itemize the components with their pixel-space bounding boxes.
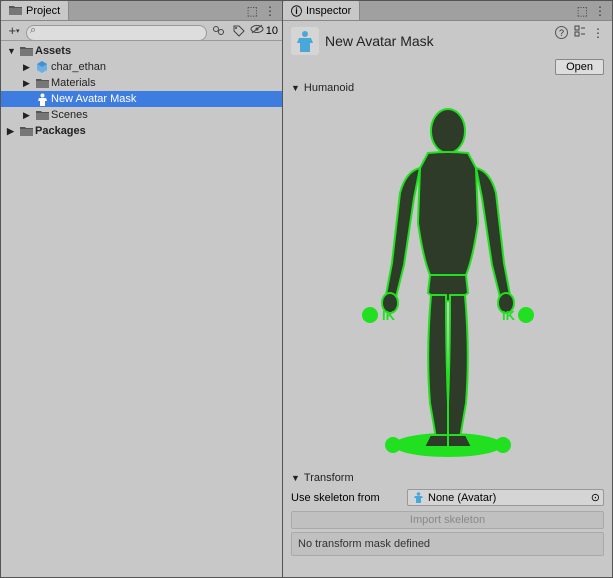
project-tab-bar: Project ⬚ ⋮: [1, 1, 282, 21]
ik-label: IK: [382, 308, 396, 323]
import-skeleton-button: Import skeleton: [291, 511, 604, 529]
prefab-icon: [35, 60, 49, 74]
asset-title: New Avatar Mask: [325, 33, 434, 49]
project-panel: Project ⬚ ⋮ +▾ ⌕ 10 ▼ Assets ▶: [1, 1, 283, 577]
tree-label: Packages: [35, 125, 86, 137]
project-tab-label: Project: [26, 5, 60, 17]
foldout-icon: ▶: [23, 62, 33, 73]
context-menu-icon[interactable]: ⋮: [594, 4, 606, 18]
add-button[interactable]: +▾: [5, 23, 23, 39]
tree-item-char-ethan[interactable]: ▶ char_ethan: [1, 59, 282, 75]
project-tab[interactable]: Project: [1, 1, 69, 20]
folder-icon: [19, 124, 33, 138]
folder-icon: [35, 108, 49, 122]
folder-icon: [35, 76, 49, 90]
avatar-mini-icon: [412, 492, 424, 504]
use-skeleton-label: Use skeleton from: [291, 492, 401, 504]
ik-label: IK: [502, 308, 516, 323]
foldout-icon: ▶: [7, 126, 17, 137]
lock-icon[interactable]: ⬚: [577, 4, 588, 18]
foldout-icon: ▼: [291, 83, 300, 93]
tree-item-materials[interactable]: ▶ Materials: [1, 75, 282, 91]
tree-item-packages[interactable]: ▶ Packages: [1, 123, 282, 139]
tree-label: Assets: [35, 45, 71, 57]
avatar-mask-icon: [35, 92, 49, 106]
project-toolbar: +▾ ⌕ 10: [1, 21, 282, 41]
ik-label: IK: [405, 438, 419, 453]
info-icon: ⓘ: [291, 3, 302, 19]
tree-item-avatar-mask[interactable]: New Avatar Mask: [1, 91, 282, 107]
inspector-panel: ⓘ Inspector ⬚ ⋮ New Avatar Mask ? ⋮ Open…: [283, 1, 612, 577]
inspector-tab-label: Inspector: [306, 5, 351, 17]
help-icon[interactable]: ?: [555, 26, 568, 39]
search-input[interactable]: [26, 25, 207, 41]
open-button[interactable]: Open: [555, 59, 604, 75]
humanoid-section: ▼ Humanoid: [283, 79, 612, 469]
no-transform-message: No transform mask defined: [291, 532, 604, 556]
humanoid-header[interactable]: ▼ Humanoid: [291, 79, 604, 97]
tree-label: char_ethan: [51, 61, 106, 73]
hidden-count[interactable]: 10: [250, 24, 278, 37]
tree-label: Materials: [51, 77, 96, 89]
tree-label: New Avatar Mask: [51, 93, 136, 105]
foldout-icon: ▶: [23, 78, 33, 89]
folder-icon: [9, 5, 22, 16]
tree-item-assets[interactable]: ▼ Assets: [1, 43, 282, 59]
object-picker-icon[interactable]: ⊙: [591, 491, 600, 504]
transform-header[interactable]: ▼ Transform: [291, 469, 604, 487]
filter-by-label-button[interactable]: [230, 23, 248, 39]
tree-label: Scenes: [51, 109, 88, 121]
preset-icon[interactable]: [574, 25, 586, 40]
search-field-wrap: ⌕: [26, 23, 207, 39]
foldout-icon: ▼: [291, 473, 300, 483]
project-tree: ▼ Assets ▶ char_ethan ▶ Materials New Av…: [1, 41, 282, 141]
section-label: Transform: [304, 472, 354, 484]
lock-icon[interactable]: ⬚: [247, 4, 258, 18]
section-label: Humanoid: [304, 82, 354, 94]
foldout-icon: ▶: [23, 110, 33, 121]
inspector-tab-bar: ⓘ Inspector ⬚ ⋮: [283, 1, 612, 21]
context-menu-icon[interactable]: ⋮: [592, 26, 604, 40]
asset-type-icon: [291, 27, 319, 55]
avatar-field-value: None (Avatar): [428, 492, 496, 504]
transform-section: ▼ Transform Use skeleton from None (Avat…: [283, 469, 612, 556]
filter-by-type-button[interactable]: [210, 23, 228, 39]
eye-slash-icon: [250, 24, 264, 37]
tree-item-scenes[interactable]: ▶ Scenes: [1, 107, 282, 123]
humanoid-body-diagram[interactable]: IK IK IK IK: [291, 97, 604, 469]
foldout-icon: ▼: [7, 46, 17, 56]
inspector-header: New Avatar Mask ? ⋮: [283, 21, 612, 59]
folder-icon: [19, 44, 33, 58]
use-skeleton-row: Use skeleton from None (Avatar) ⊙: [291, 487, 604, 508]
ik-label: IK: [479, 438, 493, 453]
avatar-object-field[interactable]: None (Avatar) ⊙: [407, 489, 604, 506]
context-menu-icon[interactable]: ⋮: [264, 4, 276, 18]
inspector-tab[interactable]: ⓘ Inspector: [283, 1, 360, 20]
